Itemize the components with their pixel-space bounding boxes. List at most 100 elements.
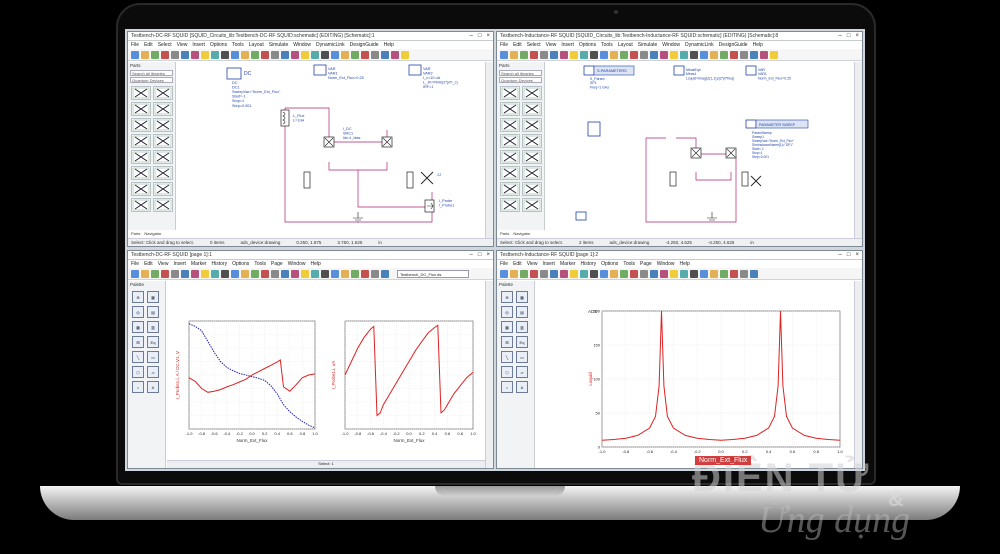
menu-help[interactable]: Help (679, 261, 689, 267)
toolbar-button-icon[interactable] (610, 269, 618, 278)
component-palette-item[interactable] (500, 150, 520, 164)
maximize-icon[interactable]: □ (478, 252, 482, 258)
toolbar-button-icon[interactable] (311, 269, 319, 278)
close-icon[interactable]: × (486, 33, 490, 39)
dataset-select[interactable]: Testbench_DC_Flux.ds (397, 270, 469, 278)
plot-palette-item-icon[interactable]: ╲ (132, 351, 144, 363)
toolbar-button-icon[interactable] (550, 269, 558, 278)
component-palette-item[interactable] (522, 86, 542, 100)
component-palette-item[interactable] (131, 198, 151, 212)
menu-page[interactable]: Page (640, 261, 652, 267)
toolbar-button-icon[interactable] (530, 50, 538, 59)
menu-insert[interactable]: Insert (561, 42, 574, 48)
toolbar-button-icon[interactable] (680, 50, 688, 59)
toolbar-button-icon[interactable] (201, 50, 209, 59)
component-palette-item[interactable] (131, 182, 151, 196)
plot-palette-item-icon[interactable]: Eq (516, 336, 528, 348)
menu-designguide[interactable]: DesignGuide (350, 42, 379, 48)
menu-file[interactable]: File (500, 261, 508, 267)
vertical-scrollbar[interactable] (854, 281, 862, 468)
toolbar-button-icon[interactable] (730, 269, 738, 278)
toolbar-button-icon[interactable] (331, 269, 339, 278)
toolbar-button-icon[interactable] (231, 269, 239, 278)
toolbar-button-icon[interactable] (251, 50, 259, 59)
toolbar-button-icon[interactable] (141, 50, 149, 59)
toolbar-button-icon[interactable] (371, 269, 379, 278)
plot-palette-item-icon[interactable]: ▤ (516, 306, 528, 318)
plot-canvas[interactable]: -1.0 -0.8 -0.6 -0.4 -0.2 0.0 0.2 0.4 0.6 0.8 1.0 No… (167, 281, 485, 460)
menu-simulate[interactable]: Simulate (269, 42, 288, 48)
maximize-icon[interactable]: □ (478, 33, 482, 39)
component-palette-item[interactable] (500, 166, 520, 180)
toolbar-button-icon[interactable] (341, 269, 349, 278)
menu-options[interactable]: Options (232, 261, 249, 267)
menu-file[interactable]: File (131, 42, 139, 48)
toolbar-button-icon[interactable] (570, 50, 578, 59)
component-palette-item[interactable] (522, 182, 542, 196)
parts-library-select[interactable]: Quantum Devices (499, 77, 542, 83)
menu-tools[interactable]: Tools (623, 261, 635, 267)
plot-palette-item-icon[interactable]: ⬡ (132, 366, 144, 378)
component-palette-item[interactable] (153, 86, 173, 100)
menu-view[interactable]: View (527, 261, 538, 267)
menu-page[interactable]: Page (271, 261, 283, 267)
window-titlebar[interactable]: Testbench-Inductance-RF SQUID [page 1]:2… (497, 251, 862, 260)
toolbar-button-icon[interactable] (301, 50, 309, 59)
toolbar-button-icon[interactable] (540, 269, 548, 278)
toolbar-button-icon[interactable] (291, 269, 299, 278)
toolbar-button-icon[interactable] (720, 269, 728, 278)
toolbar-button-icon[interactable] (510, 269, 518, 278)
menu-view[interactable]: View (546, 42, 557, 48)
toolbar-button-icon[interactable] (540, 50, 548, 59)
menu-window[interactable]: Window (662, 42, 680, 48)
toolbar-button-icon[interactable] (590, 269, 598, 278)
menu-help[interactable]: Help (310, 261, 320, 267)
toolbar-button-icon[interactable] (630, 50, 638, 59)
schematic-canvas[interactable]: DC DC DC1 SweepVar="Norm_Ext_Flux" Start=-1… (177, 62, 485, 238)
toolbar-button-icon[interactable] (650, 50, 658, 59)
menu-select[interactable]: Select (527, 42, 541, 48)
toolbar-button-icon[interactable] (351, 50, 359, 59)
minimize-icon[interactable]: – (470, 252, 473, 258)
menu-window[interactable]: Window (288, 261, 306, 267)
menu-dynamiclink[interactable]: DynamicLink (316, 42, 345, 48)
toolbar-button-icon[interactable] (560, 269, 568, 278)
toolbar-button-icon[interactable] (520, 269, 528, 278)
toolbar-button-icon[interactable] (141, 269, 149, 278)
plot-palette-item-icon[interactable]: ⊕ (132, 291, 144, 303)
menu-file[interactable]: File (131, 261, 139, 267)
toolbar-button-icon[interactable] (560, 50, 568, 59)
component-palette-item[interactable] (500, 198, 520, 212)
toolbar-button-icon[interactable] (740, 50, 748, 59)
toolbar-button-icon[interactable] (151, 269, 159, 278)
plot-canvas[interactable]: -1.0 -0.8 -0.6 -0.4 -0.2 0.0 0.2 0.4 0.6 0.8 1.0 0 5… (536, 281, 854, 468)
plot-palette-item-icon[interactable]: A (147, 381, 159, 393)
menu-tools[interactable]: Tools (232, 42, 244, 48)
component-palette-item[interactable] (131, 150, 151, 164)
menu-options[interactable]: Options (601, 261, 618, 267)
toolbar-button-icon[interactable] (301, 269, 309, 278)
toolbar-button-icon[interactable] (570, 269, 578, 278)
menu-view[interactable]: View (177, 42, 188, 48)
toolbar-button-icon[interactable] (241, 50, 249, 59)
toolbar-button-icon[interactable] (211, 50, 219, 59)
toolbar-button-icon[interactable] (590, 50, 598, 59)
component-palette-item[interactable] (153, 102, 173, 116)
plot-palette-item-icon[interactable]: ▭ (516, 351, 528, 363)
menu-options[interactable]: Options (210, 42, 227, 48)
toolbar-button-icon[interactable] (660, 269, 668, 278)
toolbar-button-icon[interactable] (620, 50, 628, 59)
plot-palette-item-icon[interactable]: ▱ (516, 366, 528, 378)
toolbar-button-icon[interactable] (241, 269, 249, 278)
plot-palette-item-icon[interactable]: ▦ (516, 291, 528, 303)
component-palette-item[interactable] (131, 102, 151, 116)
toolbar-button-icon[interactable] (760, 50, 768, 59)
toolbar-button-icon[interactable] (251, 269, 259, 278)
toolbar-button-icon[interactable] (191, 50, 199, 59)
minimize-icon[interactable]: – (470, 33, 473, 39)
component-palette-item[interactable] (500, 102, 520, 116)
toolbar-button-icon[interactable] (510, 50, 518, 59)
component-palette-item[interactable] (153, 134, 173, 148)
component-palette-item[interactable] (500, 182, 520, 196)
plot-palette-item-icon[interactable]: ▱ (147, 366, 159, 378)
